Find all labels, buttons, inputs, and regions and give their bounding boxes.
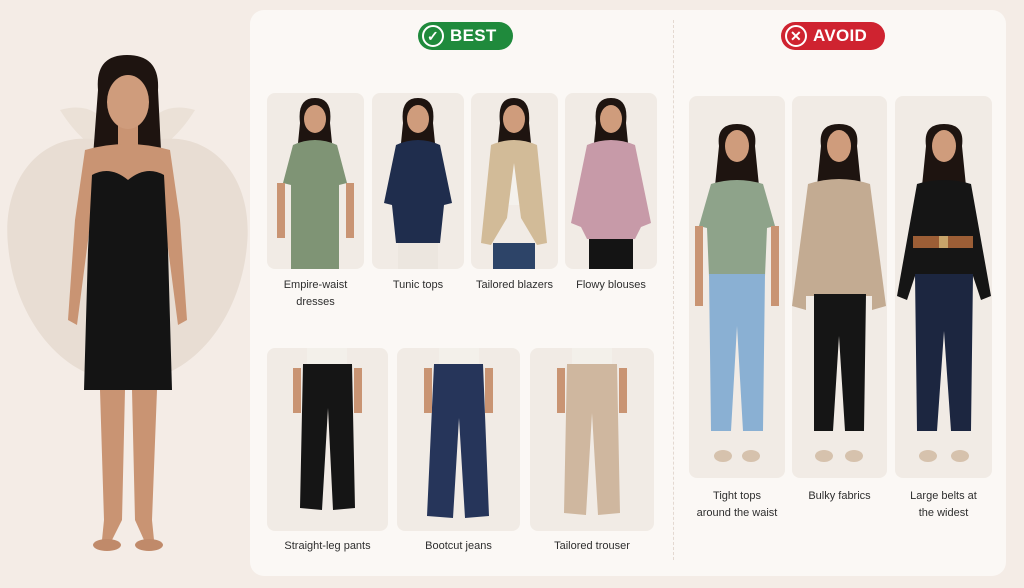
best-bottom-caption: Bootcut jeans [425, 540, 492, 552]
blouse-illustration [571, 98, 651, 269]
avoid-card [895, 96, 992, 478]
column-divider [673, 20, 675, 560]
best-top-caption: Flowy blouses [576, 279, 646, 291]
best-bottom-caption: Straight-leg pants [284, 540, 371, 552]
best-top-card [565, 93, 657, 269]
best-top-caption: Tunic tops [392, 279, 444, 291]
avoid-caption: Large belts at the widest [910, 490, 977, 519]
best-badge: ✓ BEST [418, 22, 513, 50]
tailored-trouser-illustration [557, 348, 627, 515]
best-top-card [372, 93, 464, 269]
best-badge-label: BEST [450, 26, 497, 45]
avoid-card [689, 96, 785, 478]
dress-illustration [277, 98, 354, 269]
model-figure [68, 55, 187, 551]
bulky-sweater-outfit-illustration [792, 124, 886, 462]
large-belt-outfit-illustration [897, 124, 991, 462]
best-bottom-caption: Tailored trouser [554, 540, 630, 552]
blazer-illustration [481, 98, 547, 269]
best-bottom-card [397, 348, 520, 531]
tight-top-outfit-illustration [695, 124, 779, 462]
best-top-caption: Empire-waist dresses [283, 279, 348, 308]
avoid-card [792, 96, 887, 478]
best-top-card [471, 93, 558, 269]
bootcut-jeans-illustration [424, 348, 493, 518]
checkmark-icon: ✓ [422, 25, 444, 47]
best-top-caption: Tailored blazers [475, 279, 554, 291]
straight-leg-pants-illustration [293, 348, 362, 510]
avoid-badge: ✕ AVOID [781, 22, 885, 50]
avoid-caption: Tight tops around the waist [696, 490, 778, 519]
x-mark-icon: ✕ [785, 25, 807, 47]
best-bottom-card [267, 348, 388, 531]
tunic-illustration [384, 98, 452, 269]
avoid-badge-label: AVOID [813, 26, 868, 45]
best-bottom-card [530, 348, 654, 531]
best-top-card [267, 93, 364, 269]
avoid-caption: Bulky fabrics [808, 490, 871, 502]
